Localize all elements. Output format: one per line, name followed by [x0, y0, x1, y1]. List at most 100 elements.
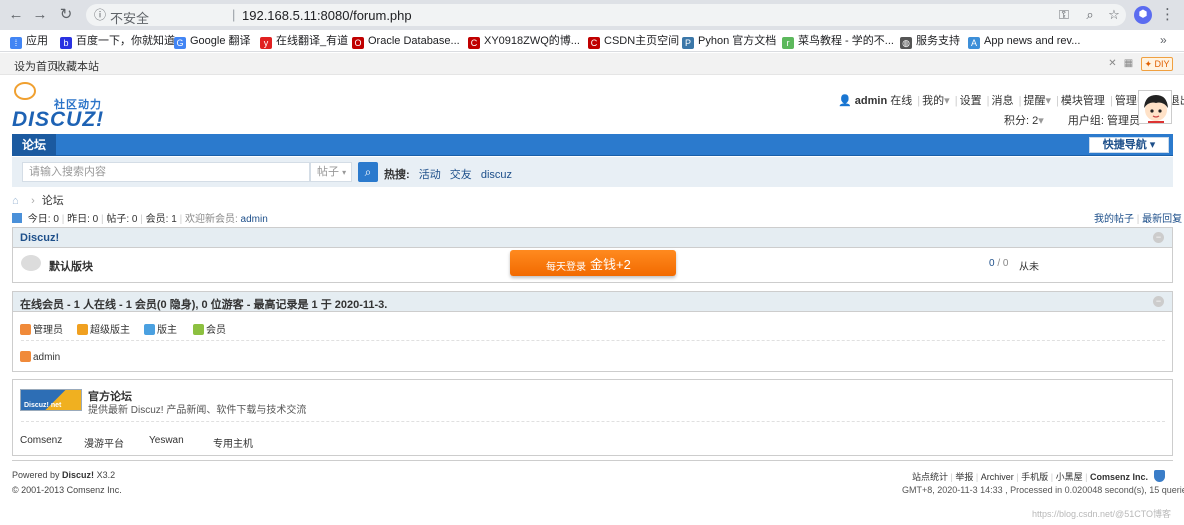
- bookmark-runoob[interactable]: r 菜鸟教程 - 学的不...: [782, 33, 894, 49]
- forum-stats: 今日: 0 | 昨日: 0 | 帖子: 0 | 会员: 1 | 欢迎新会员: a…: [12, 210, 268, 225]
- online-header: 在线会员 - 1 人在线 - 1 会员(0 隐身), 0 位游客 - 最高记录是…: [13, 292, 1172, 312]
- username-link[interactable]: admin: [855, 95, 887, 107]
- legend-super-moderator: 超级版主: [77, 321, 130, 336]
- site-stats-link[interactable]: 站点统计: [912, 472, 948, 482]
- category-header: Discuz! −: [13, 228, 1172, 248]
- partner-link[interactable]: Yeswan: [149, 435, 184, 446]
- company-link[interactable]: Comsenz Inc.: [1090, 472, 1148, 482]
- online-title[interactable]: 在线会员 - 1 人在线 - 1 会员(0 隐身), 0 位游客 - 最高记录是…: [20, 296, 387, 312]
- back-icon[interactable]: ←: [6, 5, 26, 25]
- forum-name[interactable]: 默认版块: [49, 258, 93, 274]
- hot-search-item[interactable]: 交友: [450, 169, 472, 181]
- set-homepage-link[interactable]: 设为首页: [14, 58, 58, 74]
- archiver-link[interactable]: Archiver: [981, 472, 1014, 482]
- official-forum-desc: 提供最新 Discuz! 产品新闻、软件下载与技术交流: [88, 405, 307, 416]
- bookmark-oracle[interactable]: O Oracle Database...: [352, 33, 460, 49]
- csdn-icon: C: [468, 37, 480, 49]
- globe-icon: ◍: [900, 37, 912, 49]
- reward-amount: 金钱+2: [590, 257, 631, 272]
- shrink-icon[interactable]: ✕: [1107, 58, 1118, 69]
- stats-chart-icon: [12, 213, 22, 223]
- search-type-select[interactable]: 帖子 ▾: [310, 162, 352, 182]
- category-title[interactable]: Discuz!: [20, 232, 59, 244]
- site-logo[interactable]: DISCUZ!: [12, 108, 104, 132]
- bookmark-app-news[interactable]: A App news and rev...: [968, 33, 1080, 49]
- home-icon[interactable]: ⌂: [12, 196, 24, 207]
- report-link[interactable]: 举报: [955, 472, 973, 482]
- bookmark-python-docs[interactable]: P Pyhon 官方文档: [682, 33, 776, 49]
- forward-icon[interactable]: →: [30, 5, 50, 25]
- collapse-icon[interactable]: −: [1153, 232, 1164, 243]
- caret-down-icon: ▾: [1149, 139, 1156, 151]
- bookmark-apps[interactable]: ⁞ 应用: [10, 33, 48, 49]
- admin-user-icon: [20, 324, 31, 335]
- messages-link[interactable]: 消息: [992, 95, 1014, 107]
- runoob-icon: r: [782, 37, 794, 49]
- collapse-icon[interactable]: −: [1153, 296, 1164, 307]
- my-posts-link[interactable]: 我的帖子: [1094, 214, 1134, 225]
- address-bar[interactable]: ⓘ 不安全 | 192.168.5.11:8080/forum.php ⚿ ⌕ …: [86, 4, 1126, 26]
- browser-menu-icon[interactable]: ⋮: [1160, 5, 1175, 25]
- search-button[interactable]: ⌕: [358, 162, 378, 182]
- partner-link[interactable]: 漫游平台: [84, 435, 124, 450]
- warning-icon: ⓘ: [94, 8, 107, 22]
- user-group-menu[interactable]: 用户组: 管理员: [1068, 115, 1140, 127]
- search-input[interactable]: 请输入搜索内容: [22, 162, 310, 182]
- bookmarks-more-icon[interactable]: »: [1160, 33, 1167, 47]
- online-user[interactable]: admin: [20, 351, 60, 363]
- module-manage-link[interactable]: 模块管理: [1061, 95, 1105, 107]
- hot-search-item[interactable]: 活动: [419, 169, 441, 181]
- reload-icon[interactable]: ↻: [56, 5, 76, 25]
- bookmark-site-link[interactable]: 收藏本站: [55, 58, 99, 74]
- friend-links: Discuz! net 官方论坛 提供最新 Discuz! 产品新闻、软件下载与…: [12, 379, 1173, 456]
- hot-search-item[interactable]: discuz: [481, 169, 512, 181]
- insecure-label: 不安全: [110, 11, 150, 26]
- logo-bubble-icon: [14, 82, 36, 100]
- official-forum-badge[interactable]: Discuz! net: [20, 389, 82, 411]
- server-info: GMT+8, 2020-11-3 14:33 , Processed in 0.…: [902, 485, 1184, 495]
- footer-links: 站点统计 | 举报 | Archiver | 手机版 | 小黑屋 | Comse…: [912, 470, 1166, 483]
- user-icon: 👤: [838, 95, 852, 107]
- url-text[interactable]: 192.168.5.11:8080/forum.php: [242, 8, 412, 23]
- blacklist-link[interactable]: 小黑屋: [1056, 472, 1083, 482]
- points-menu[interactable]: 积分: 2: [1004, 115, 1038, 127]
- diy-button[interactable]: ✦ DIY: [1141, 57, 1173, 71]
- bookmark-youdao[interactable]: y 在线翻译_有道: [260, 33, 348, 49]
- discuz-link[interactable]: Discuz!: [62, 470, 94, 480]
- bookmark-support[interactable]: ◍ 服务支持: [900, 33, 960, 49]
- zoom-icon[interactable]: ⌕: [1082, 7, 1098, 23]
- admin-user-icon: [20, 351, 31, 362]
- bookmark-google-translate[interactable]: G Google 翻译: [174, 33, 251, 49]
- browser-toolbar: ← → ↻ ⓘ 不安全 | 192.168.5.11:8080/forum.ph…: [0, 0, 1184, 30]
- legend-member: 会员: [193, 321, 226, 336]
- partner-link[interactable]: Comsenz: [20, 435, 62, 446]
- online-user-list: admin: [13, 342, 1172, 372]
- bookmark-xy-blog[interactable]: C XY0918ZWQ的博...: [468, 33, 580, 49]
- baidu-icon: b: [60, 37, 72, 49]
- partner-link[interactable]: 专用主机: [213, 435, 253, 450]
- google-translate-icon: G: [174, 37, 186, 49]
- mobile-link[interactable]: 手机版: [1021, 472, 1048, 482]
- breadcrumb-current[interactable]: 论坛: [42, 195, 64, 207]
- forum-counts: 0 / 0: [989, 258, 1009, 269]
- latest-replies-link[interactable]: 最新回复: [1142, 214, 1182, 225]
- divider: [21, 421, 1165, 422]
- tab-forum[interactable]: 论坛: [12, 134, 56, 156]
- moderator-user-icon: [144, 324, 155, 335]
- new-member-link[interactable]: admin: [241, 214, 268, 225]
- star-icon[interactable]: ☆: [1106, 7, 1122, 23]
- avatar[interactable]: [1138, 90, 1172, 124]
- hot-search-label: 热搜:: [384, 169, 410, 181]
- quick-nav-button[interactable]: 快捷导航 ▾: [1089, 137, 1169, 153]
- settings-link[interactable]: 设置: [960, 95, 982, 107]
- bookmark-baidu[interactable]: b 百度一下，你就知道: [60, 33, 175, 49]
- profile-avatar-icon[interactable]: ⬢: [1134, 6, 1152, 24]
- bookmark-csdn[interactable]: C CSDN主页空间: [588, 33, 679, 49]
- key-icon[interactable]: ⚿: [1056, 7, 1072, 23]
- apps-grid-icon: ⁞: [10, 37, 22, 49]
- my-menu[interactable]: 我的: [922, 95, 944, 107]
- notifications-link[interactable]: 提醒: [1023, 95, 1045, 107]
- style-switch-icon[interactable]: ▦: [1123, 58, 1134, 69]
- python-icon: P: [682, 37, 694, 49]
- main-navbar: 论坛 快捷导航 ▾: [12, 134, 1173, 156]
